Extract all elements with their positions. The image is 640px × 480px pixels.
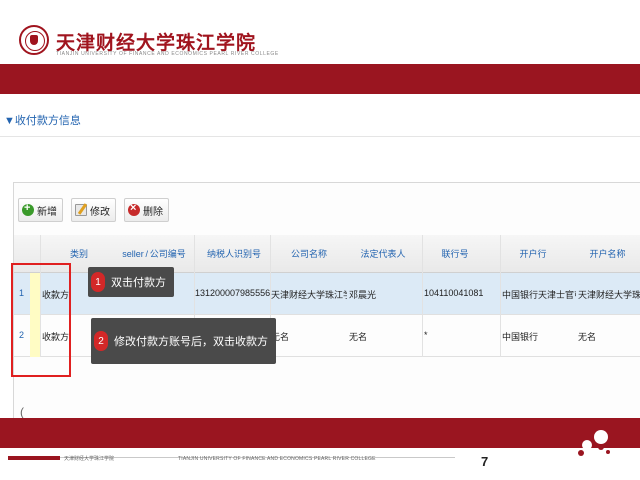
- cell-tax-id[interactable]: 1312000079855564: [195, 288, 271, 298]
- step-1-badge: 1: [91, 272, 105, 292]
- step-2-text: 修改付款方账号后，双击收款方: [114, 336, 268, 348]
- column-header-bank-code[interactable]: 联行号: [422, 247, 488, 260]
- cell-company-name[interactable]: 天津财经大学珠江学院: [271, 288, 347, 301]
- university-name-english: TIANJIN UNIVERSITY OF FINANCE AND ECONOM…: [56, 51, 279, 57]
- step-2-badge: 2: [94, 331, 108, 351]
- decorative-dots-icon: [576, 430, 616, 460]
- edit-icon: [75, 204, 87, 216]
- column-header-tax-id[interactable]: 纳税人识别号: [198, 247, 270, 260]
- add-icon: [22, 202, 34, 216]
- page-number: 7: [481, 454, 489, 469]
- add-button[interactable]: 新增: [18, 198, 63, 222]
- step-1-text: 双击付款方: [111, 277, 166, 289]
- add-button-label: 新增: [37, 206, 57, 218]
- delete-button-label: 删除: [143, 206, 163, 218]
- cell-account-name[interactable]: 无名: [578, 330, 640, 343]
- top-banner: [0, 64, 640, 94]
- cell-company-name[interactable]: 无名: [271, 330, 347, 343]
- cell-legal-rep[interactable]: 邓晨光: [349, 288, 419, 301]
- footer-school-name: 天津财经大学珠江学院: [64, 456, 115, 462]
- grid-toolbar: 新增 修改 删除: [14, 195, 169, 225]
- horizontal-scrollbar[interactable]: (: [20, 405, 28, 419]
- cell-legal-rep[interactable]: 无名: [349, 330, 419, 343]
- edit-button-label: 修改: [90, 206, 110, 218]
- column-header-category[interactable]: 类别: [54, 247, 104, 260]
- cell-bank[interactable]: 中国银行天津士官屯支行: [502, 288, 576, 301]
- cell-bank-code[interactable]: 104110041081: [424, 288, 496, 298]
- delete-icon: [128, 202, 140, 216]
- footer-accent: [8, 456, 60, 460]
- cell-bank-code[interactable]: *: [424, 330, 496, 340]
- column-divider: [500, 235, 501, 357]
- edit-button[interactable]: 修改: [71, 198, 116, 222]
- step-1-callout: 1 双击付款方: [88, 267, 174, 297]
- bottom-banner: [0, 418, 640, 448]
- slide-header: 天津财经大学珠江学院 TIANJIN UNIVERSITY OF FINANCE…: [0, 0, 640, 64]
- column-header-company-name[interactable]: 公司名称: [274, 247, 344, 260]
- highlight-box: [11, 263, 71, 377]
- column-header-legal-rep[interactable]: 法定代表人: [348, 247, 418, 260]
- footer-school-name-english: TIANJIN UNIVERSITY OF FINANCE AND ECONOM…: [178, 456, 376, 462]
- cell-bank[interactable]: 中国银行: [502, 330, 576, 343]
- column-header-company-code[interactable]: seller / 公司编号: [114, 247, 194, 260]
- cell-account-name[interactable]: 天津财经大学珠江学院: [578, 288, 640, 301]
- column-header-bank[interactable]: 开户行: [498, 247, 568, 260]
- university-seal-icon: [19, 25, 49, 55]
- delete-button[interactable]: 删除: [124, 198, 169, 222]
- step-2-callout: 2 修改付款方账号后，双击收款方: [91, 318, 276, 364]
- column-header-account-name[interactable]: 开户名称: [574, 247, 640, 260]
- payer-payee-panel: 新增 修改 删除 类别 seller / 公司编号 纳税人识别号 公司名称 法定…: [13, 182, 640, 418]
- column-divider: [422, 235, 423, 357]
- section-divider: [0, 136, 640, 137]
- section-title[interactable]: ▼收付款方信息: [4, 112, 81, 128]
